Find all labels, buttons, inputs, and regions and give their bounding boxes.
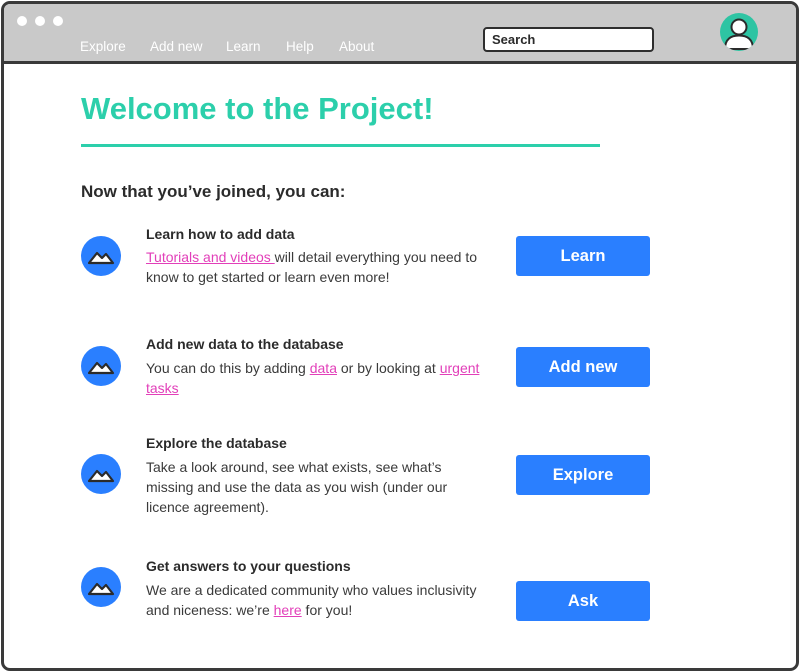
page-title: Welcome to the Project! [81,91,434,126]
nav-item-help[interactable]: Help [286,39,314,54]
data-link[interactable]: data [310,360,337,376]
feature-desc-ask: We are a dedicated community who values … [146,582,477,618]
nav-item-add-new[interactable]: Add new [150,39,203,54]
search-input[interactable]: Search [483,27,654,52]
nav-item-about[interactable]: About [339,39,374,54]
title-underline [81,144,600,147]
add-new-button[interactable]: Add new [516,347,650,387]
ask-button[interactable]: Ask [516,581,650,621]
user-icon [723,18,755,50]
tutorials-link[interactable]: Tutorials and videos [146,249,275,265]
feature-heading-explore: Explore the database [146,435,287,451]
feature-desc-explore: Take a look around, see what exists, see… [146,459,448,515]
mountain-icon [81,454,121,494]
feature-desc-add-new: You can do this by adding data or by loo… [146,360,480,396]
window-dot-icon [53,16,63,26]
window-dot-icon [35,16,45,26]
top-bar: Explore Add new Learn Help About Search [4,4,796,64]
feature-heading-ask: Get answers to your questions [146,558,351,574]
nav-item-explore[interactable]: Explore [80,39,126,54]
explore-button[interactable]: Explore [516,455,650,495]
feature-heading-learn: Learn how to add data [146,226,295,242]
mountain-icon [81,567,121,607]
learn-button[interactable]: Learn [516,236,650,276]
feature-heading-add-new: Add new data to the database [146,336,344,352]
here-link[interactable]: here [274,602,302,618]
mountain-icon [81,236,121,276]
avatar[interactable] [720,13,758,51]
browser-window: Explore Add new Learn Help About Search … [1,1,799,671]
window-dot-icon [17,16,27,26]
feature-desc-learn: Tutorials and videos will detail everyth… [146,249,478,285]
nav-item-learn[interactable]: Learn [226,39,261,54]
page-subtitle: Now that you’ve joined, you can: [81,182,346,201]
mountain-icon [81,346,121,386]
